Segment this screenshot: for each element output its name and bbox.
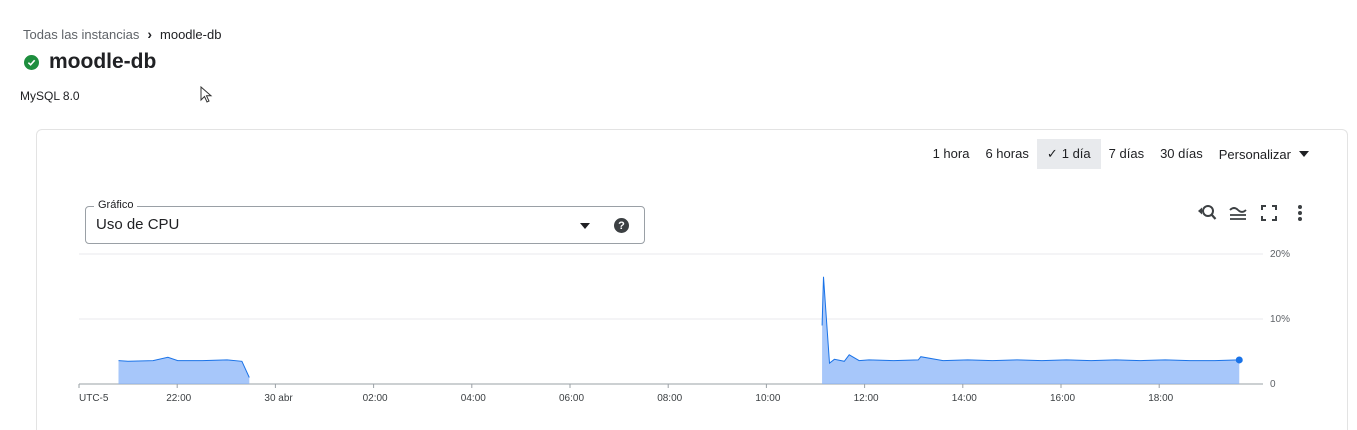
y-tick-label: 10%: [1270, 314, 1290, 325]
series-line: [821, 276, 1240, 365]
series-area: [822, 276, 1240, 384]
chart-card: 1 hora 6 horas ✓ 1 día 7 días 30 días Per…: [36, 129, 1348, 430]
x-tick-label: UTC-5: [79, 393, 109, 404]
x-tick-label: 16:00: [1050, 393, 1075, 404]
cpu-usage-chart: 0 10% 20% UTC-5 22:00 30 abr 02:00 04:00 06:00 08…: [78, 249, 1290, 404]
x-tick-label: 08:00: [657, 393, 682, 404]
y-tick-label: 20%: [1270, 249, 1290, 260]
x-tick-label: 02:00: [363, 393, 388, 404]
breadcrumb-current: moodle-db: [160, 26, 222, 42]
x-tick-label: 22:00: [166, 393, 191, 404]
x-tick-label: 30 abr: [264, 393, 293, 404]
x-tick-label: 06:00: [559, 393, 584, 404]
x-tick-label: 04:00: [461, 393, 486, 404]
x-tick-label: 18:00: [1148, 393, 1173, 404]
page-title: moodle-db: [49, 50, 157, 73]
title-row: moodle-db: [24, 50, 156, 74]
latest-point: [1235, 356, 1243, 364]
check-circle-icon: [24, 54, 39, 70]
y-tick-label: 0: [1270, 379, 1276, 390]
database-version: MySQL 8.0: [20, 89, 80, 103]
breadcrumb: Todas las instancias › moodle-db: [23, 26, 221, 42]
mouse-cursor-icon: [200, 85, 214, 109]
x-tick-label: 14:00: [952, 393, 977, 404]
chevron-right-icon: ›: [147, 26, 153, 42]
x-tick-label: 12:00: [854, 393, 879, 404]
x-tick-label: 10:00: [755, 393, 780, 404]
breadcrumb-all-instances-link[interactable]: Todas las instancias: [23, 27, 139, 42]
